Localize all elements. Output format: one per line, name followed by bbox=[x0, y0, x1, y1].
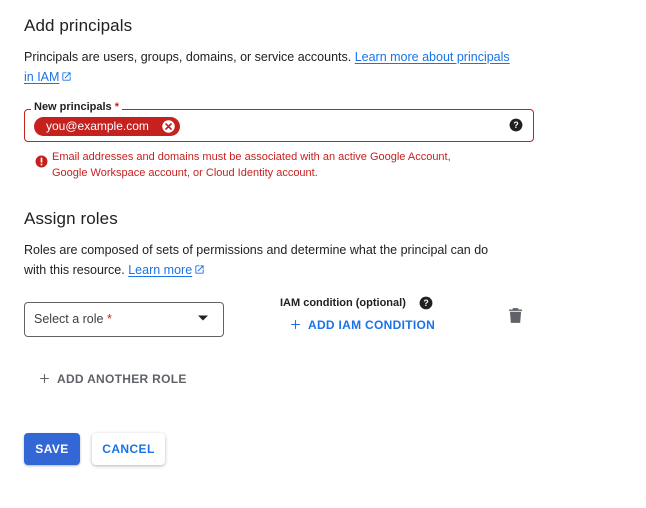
iam-help-icon[interactable]: ? bbox=[419, 296, 433, 310]
plus-icon bbox=[40, 374, 49, 383]
add-principals-title: Add principals bbox=[24, 16, 133, 35]
assign-roles-title: Assign roles bbox=[24, 209, 118, 228]
principal-chip[interactable]: you@example.com bbox=[34, 117, 180, 136]
dropdown-arrow-icon bbox=[198, 315, 208, 321]
svg-text:?: ? bbox=[423, 298, 428, 308]
assign-roles-description: Roles are composed of sets of permission… bbox=[24, 243, 489, 277]
svg-text:?: ? bbox=[513, 120, 518, 130]
close-circle-icon[interactable] bbox=[161, 119, 176, 134]
external-link-icon bbox=[195, 265, 204, 274]
cancel-button[interactable]: CANCEL bbox=[92, 433, 165, 465]
add-iam-condition-button[interactable]: ADD IAM CONDITION bbox=[289, 318, 435, 332]
add-principals-description: Principals are users, groups, domains, o… bbox=[24, 47, 544, 87]
new-principals-label: New principals * bbox=[31, 101, 122, 113]
principal-chip-text: you@example.com bbox=[46, 119, 149, 133]
iam-condition-label: IAM condition (optional) bbox=[280, 297, 406, 309]
plus-icon bbox=[291, 320, 300, 329]
principals-description-text: Principals are users, groups, domains, o… bbox=[24, 50, 355, 64]
add-another-role-button[interactable]: ADD ANOTHER ROLE bbox=[38, 372, 187, 386]
help-icon[interactable]: ? bbox=[509, 118, 523, 132]
principals-error-message: Email addresses and domains must be asso… bbox=[52, 151, 451, 179]
save-button[interactable]: SAVE bbox=[24, 433, 80, 465]
learn-more-roles-link[interactable]: Learn more bbox=[128, 263, 205, 277]
external-link-icon bbox=[62, 72, 72, 81]
select-role-placeholder: Select a role * bbox=[34, 312, 112, 326]
trash-icon[interactable] bbox=[509, 308, 522, 323]
error-icon bbox=[35, 155, 48, 168]
